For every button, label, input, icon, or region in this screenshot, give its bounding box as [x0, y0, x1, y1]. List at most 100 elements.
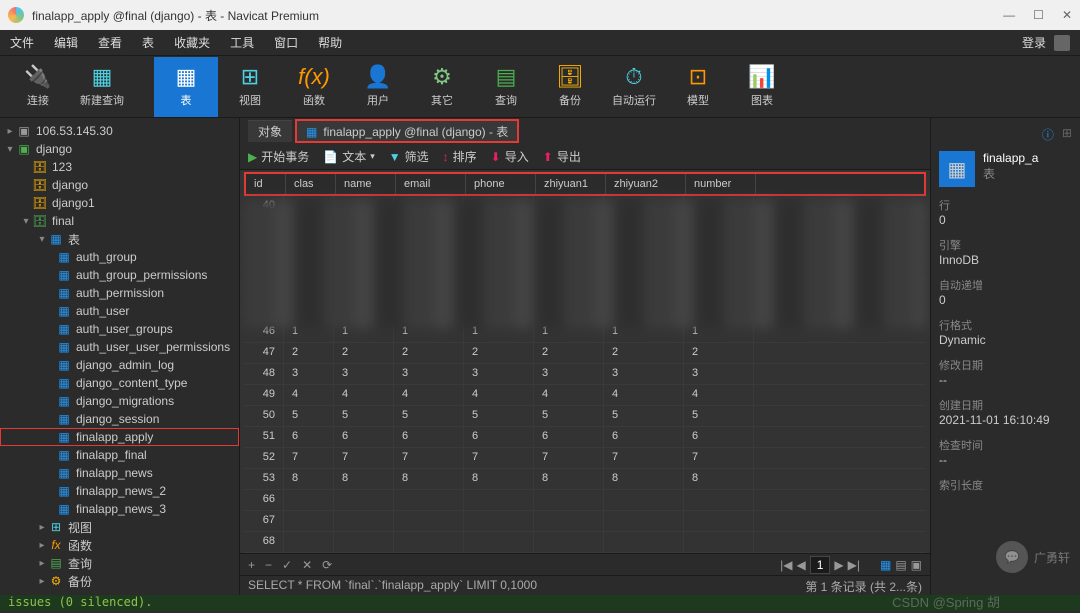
tree-db-123[interactable]: 🗄123 [0, 158, 239, 176]
tree-table-auth_user_groups[interactable]: ▦auth_user_groups [0, 320, 239, 338]
tree-server[interactable]: ▸▣106.53.145.30 [0, 122, 239, 140]
function-button[interactable]: f(x)函数 [282, 57, 346, 117]
tree-views-node[interactable]: ▸⊞视图 [0, 518, 239, 536]
new-query-button[interactable]: ▦新建查询 [70, 57, 134, 117]
table-row[interactable]: 516666666 [244, 427, 926, 448]
tree-table-finalapp_final[interactable]: ▦finalapp_final [0, 446, 239, 464]
sort-button[interactable]: ↕排序 [443, 148, 477, 165]
filter-button[interactable]: ▼筛选 [389, 148, 429, 165]
tree-table-auth_group[interactable]: ▦auth_group [0, 248, 239, 266]
chart-button[interactable]: 📊图表 [730, 57, 794, 117]
col-phone[interactable]: phone [466, 174, 536, 194]
col-email[interactable]: email [396, 174, 466, 194]
insp-rowfmt-label: 行格式 [939, 317, 1072, 333]
delete-row-button[interactable]: − [265, 558, 272, 572]
commit-button[interactable]: ✓ [282, 558, 292, 572]
export-button[interactable]: ⬆导出 [543, 148, 581, 165]
other-button[interactable]: ⚙其它 [410, 57, 474, 117]
menu-view[interactable]: 查看 [98, 34, 122, 51]
menu-file[interactable]: 文件 [10, 34, 34, 51]
refresh-button[interactable]: ⟳ [322, 558, 332, 572]
prev-page-button[interactable]: ◀ [796, 558, 805, 572]
table-row[interactable]: 68 [244, 532, 926, 553]
grid-view-icon[interactable]: ▦ [880, 558, 891, 572]
last-page-button[interactable]: ▶| [848, 558, 860, 572]
menu-help[interactable]: 帮助 [318, 34, 342, 51]
tree-table-django_session[interactable]: ▦django_session [0, 410, 239, 428]
text-button[interactable]: 📄文本▾ [323, 148, 375, 165]
insp-rowfmt-value: Dynamic [939, 333, 1072, 347]
autorun-button[interactable]: ⏱自动运行 [602, 57, 666, 117]
tree-table-django_migrations[interactable]: ▦django_migrations [0, 392, 239, 410]
tree-query-node[interactable]: ▸▤查询 [0, 554, 239, 572]
first-page-button[interactable]: |◀ [780, 558, 792, 572]
tree-table-finalapp_news_3[interactable]: ▦finalapp_news_3 [0, 500, 239, 518]
menu-window[interactable]: 窗口 [274, 34, 298, 51]
insp-check-value: -- [939, 453, 1072, 467]
query-button[interactable]: ▤查询 [474, 57, 538, 117]
table-toolbar: ▶开始事务 📄文本▾ ▼筛选 ↕排序 ⬇导入 ⬆导出 [240, 144, 930, 170]
col-id[interactable]: id [246, 174, 286, 194]
tree-fx-node[interactable]: ▸fx函数 [0, 536, 239, 554]
menu-table[interactable]: 表 [142, 34, 154, 51]
data-grid[interactable]: id clas name email phone zhiyuan1 zhiyua… [240, 170, 930, 553]
tab-objects[interactable]: 对象 [248, 120, 292, 142]
tree-table-auth_user[interactable]: ▦auth_user [0, 302, 239, 320]
tree-table-finalapp_apply[interactable]: ▦finalapp_apply [0, 428, 239, 446]
user-avatar-icon[interactable] [1054, 35, 1070, 51]
tree-table-django_admin_log[interactable]: ▦django_admin_log [0, 356, 239, 374]
menu-edit[interactable]: 编辑 [54, 34, 78, 51]
view-button[interactable]: ⊞视图 [218, 57, 282, 117]
tree-table-django_content_type[interactable]: ▦django_content_type [0, 374, 239, 392]
tree-db-django[interactable]: 🗄django [0, 176, 239, 194]
table-row[interactable]: 472222222 [244, 343, 926, 364]
maximize-button[interactable]: ☐ [1033, 8, 1044, 22]
table-row[interactable]: 538888888 [244, 469, 926, 490]
table-row[interactable]: 505555555 [244, 406, 926, 427]
tree-db-final[interactable]: ▾🗄final [0, 212, 239, 230]
grid-toggle-icon[interactable]: ⊞ [1062, 126, 1072, 143]
col-zhiyuan1[interactable]: zhiyuan1 [536, 174, 606, 194]
col-zhiyuan2[interactable]: zhiyuan2 [606, 174, 686, 194]
login-link[interactable]: 登录 [1022, 34, 1046, 51]
column-header-row: id clas name email phone zhiyuan1 zhiyua… [244, 172, 926, 196]
tree-django-root[interactable]: ▾▣django [0, 140, 239, 158]
cancel-button[interactable]: ✕ [302, 558, 312, 572]
tab-active-table[interactable]: ▦finalapp_apply @final (django) - 表 [296, 120, 518, 142]
model-button[interactable]: ⊡模型 [666, 57, 730, 117]
tree-table-auth_group_permissions[interactable]: ▦auth_group_permissions [0, 266, 239, 284]
close-button[interactable]: ✕ [1062, 8, 1072, 22]
insp-index-label: 索引长度 [939, 477, 1072, 493]
add-row-button[interactable]: + [248, 558, 255, 572]
tree-db-django1[interactable]: 🗄django1 [0, 194, 239, 212]
table-row[interactable]: 66 [244, 490, 926, 511]
menu-tools[interactable]: 工具 [230, 34, 254, 51]
form-view-icon[interactable]: ▤ [895, 558, 906, 572]
next-page-button[interactable]: ▶ [834, 558, 843, 572]
col-clas[interactable]: clas [286, 174, 336, 194]
table-row[interactable]: 483333333 [244, 364, 926, 385]
table-row[interactable]: 67 [244, 511, 926, 532]
connect-button[interactable]: 🔌连接 [6, 57, 70, 117]
table-button[interactable]: ▦表 [154, 57, 218, 117]
info-icon[interactable]: ⓘ [1042, 126, 1054, 143]
col-name[interactable]: name [336, 174, 396, 194]
tree-table-finalapp_news_2[interactable]: ▦finalapp_news_2 [0, 482, 239, 500]
user-button[interactable]: 👤用户 [346, 57, 410, 117]
menu-favorites[interactable]: 收藏夹 [174, 34, 210, 51]
tree-table-auth_user_user_permissions[interactable]: ▦auth_user_user_permissions [0, 338, 239, 356]
tree-backup-node[interactable]: ▸⚙备份 [0, 572, 239, 590]
tree-table-auth_permission[interactable]: ▦auth_permission [0, 284, 239, 302]
import-button[interactable]: ⬇导入 [491, 148, 529, 165]
card-view-icon[interactable]: ▣ [911, 558, 922, 572]
table-row[interactable]: 527777777 [244, 448, 926, 469]
backup-button[interactable]: 🗄备份 [538, 57, 602, 117]
begin-transaction-button[interactable]: ▶开始事务 [248, 148, 309, 165]
tree-table-finalapp_news[interactable]: ▦finalapp_news [0, 464, 239, 482]
navigation-tree[interactable]: ▸▣106.53.145.30 ▾▣django 🗄123 🗄django 🗄d… [0, 118, 240, 595]
col-number[interactable]: number [686, 174, 756, 194]
table-row[interactable]: 494444444 [244, 385, 926, 406]
minimize-button[interactable]: — [1003, 8, 1015, 22]
tree-tables-node[interactable]: ▾▦表 [0, 230, 239, 248]
page-input[interactable]: 1 [810, 556, 831, 574]
